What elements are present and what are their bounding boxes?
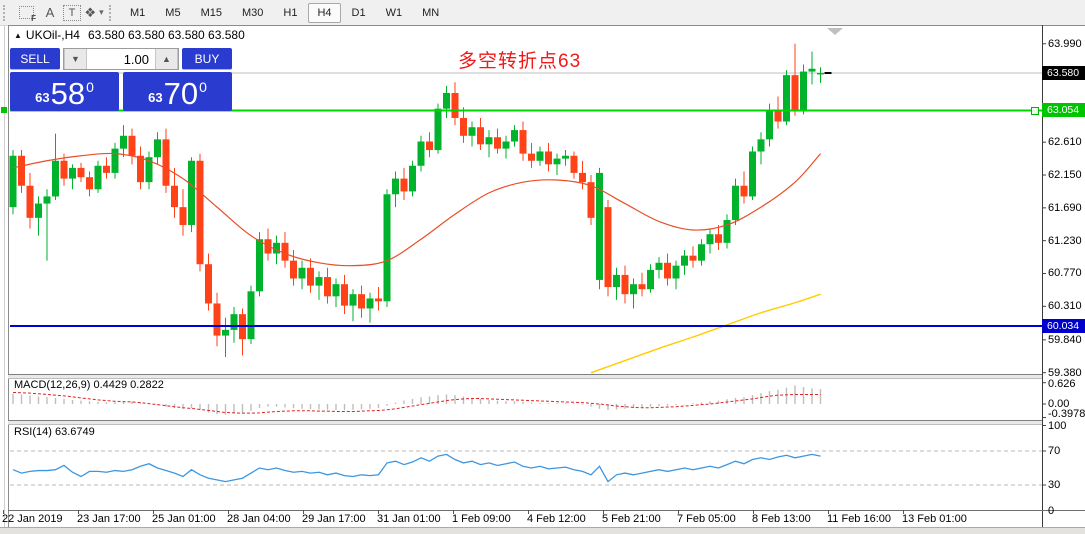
volume-stepper: ▼ 1.00 ▲ [63, 48, 179, 70]
rsi-layer [10, 451, 1042, 485]
ohlc-values: 63.580 63.580 63.580 63.580 [88, 28, 245, 42]
window-edge-line [4, 25, 5, 528]
panel-separator-rsi[interactable] [8, 420, 1042, 425]
moving-averages-layer [13, 153, 821, 372]
macd-tick-label: -0.3978 [1048, 408, 1085, 420]
mt4-window: F A T ❖ ▾ M1M5M15M30H1H4D1W1MN ▲UKOil-,H… [0, 0, 1085, 534]
time-tick [453, 510, 454, 514]
green-line-handle[interactable] [1031, 107, 1039, 115]
green-line-edge-handle[interactable] [1, 107, 7, 113]
time-axis-label: 8 Feb 13:00 [752, 513, 811, 525]
price-tick-label: 60.770 [1048, 267, 1082, 279]
price-tick-label: 61.690 [1048, 202, 1082, 214]
time-tick [228, 510, 229, 514]
price-tick-label: 59.840 [1048, 334, 1082, 346]
blue-line-price-badge: 60.034 [1042, 319, 1085, 333]
collapse-arrow-icon[interactable]: ▲ [14, 31, 22, 40]
symbol-period-label: UKOil-,H4 [26, 28, 80, 42]
time-axis-label: 13 Feb 01:00 [902, 513, 967, 525]
time-tick [828, 510, 829, 514]
chart-title: ▲ UKOil-,H4 63.580 63.580 63.580 63.580 [14, 28, 245, 42]
time-tick [678, 510, 679, 514]
chart-border-left [8, 25, 9, 528]
green-line-price-badge: 63.054 [1042, 103, 1085, 117]
current-price-badge: 63.580 [1042, 66, 1085, 80]
chart-shift-marker-icon[interactable] [827, 28, 843, 35]
window-bottom-strip [0, 527, 1085, 534]
time-tick [303, 510, 304, 514]
time-axis-label: 29 Jan 17:00 [302, 513, 366, 525]
time-tick [3, 510, 4, 514]
sell-price-small: 63 [35, 90, 49, 105]
time-tick [753, 510, 754, 514]
rsi-tick-label: 70 [1048, 445, 1060, 457]
time-axis-label: 23 Jan 17:00 [77, 513, 141, 525]
time-axis-label: 31 Jan 01:00 [377, 513, 441, 525]
buy-button[interactable]: BUY [182, 48, 232, 70]
volume-up-icon[interactable]: ▲ [155, 49, 178, 69]
sell-price-big: 58 [51, 79, 85, 109]
rsi-label: RSI(14) 63.6749 [14, 426, 95, 438]
time-tick [528, 510, 529, 514]
chart-text-annotation[interactable]: 多空转折点63 [458, 46, 581, 73]
price-tick-label: 62.150 [1048, 169, 1082, 181]
buy-price-big: 70 [164, 79, 198, 109]
time-axis-label: 4 Feb 12:00 [527, 513, 586, 525]
time-axis-label: 1 Feb 09:00 [452, 513, 511, 525]
time-axis-label: 5 Feb 21:00 [602, 513, 661, 525]
chart-border-top [8, 25, 1085, 26]
sell-button[interactable]: SELL [10, 48, 60, 70]
time-tick [78, 510, 79, 514]
time-tick [603, 510, 604, 514]
time-axis-label: 25 Jan 01:00 [152, 513, 216, 525]
time-tick [903, 510, 904, 514]
time-axis-label: 28 Jan 04:00 [227, 513, 291, 525]
price-tick-label: 61.230 [1048, 235, 1082, 247]
price-axis-border [1042, 25, 1043, 528]
buy-price-display[interactable]: 63700 [123, 72, 232, 111]
rsi-tick-label: 100 [1048, 420, 1066, 432]
price-tick-label: 62.610 [1048, 136, 1082, 148]
time-tick [153, 510, 154, 514]
macd-tick-label: 0.626 [1048, 378, 1076, 390]
time-axis-label: 7 Feb 05:00 [677, 513, 736, 525]
sell-price-sup: 0 [86, 79, 94, 95]
rsi-tick-label: 30 [1048, 479, 1060, 491]
price-tick-label: 63.990 [1048, 38, 1082, 50]
buy-price-small: 63 [148, 90, 162, 105]
rsi-bottom-border [8, 510, 1085, 511]
one-click-trading-panel: SELL ▼ 1.00 ▲ BUY 63580 63700 [10, 48, 232, 111]
time-axis-label: 22 Jan 2019 [2, 513, 63, 525]
macd-label: MACD(12,26,9) 0.4429 0.2822 [14, 379, 164, 391]
price-tick-label: 60.310 [1048, 300, 1082, 312]
rsi-tick-label: 0 [1048, 505, 1054, 517]
volume-down-icon[interactable]: ▼ [64, 49, 87, 69]
volume-input[interactable]: 1.00 [87, 49, 155, 69]
time-axis-label: 11 Feb 16:00 [827, 513, 891, 525]
sell-price-display[interactable]: 63580 [10, 72, 119, 111]
time-tick [378, 510, 379, 514]
buy-price-sup: 0 [199, 79, 207, 95]
